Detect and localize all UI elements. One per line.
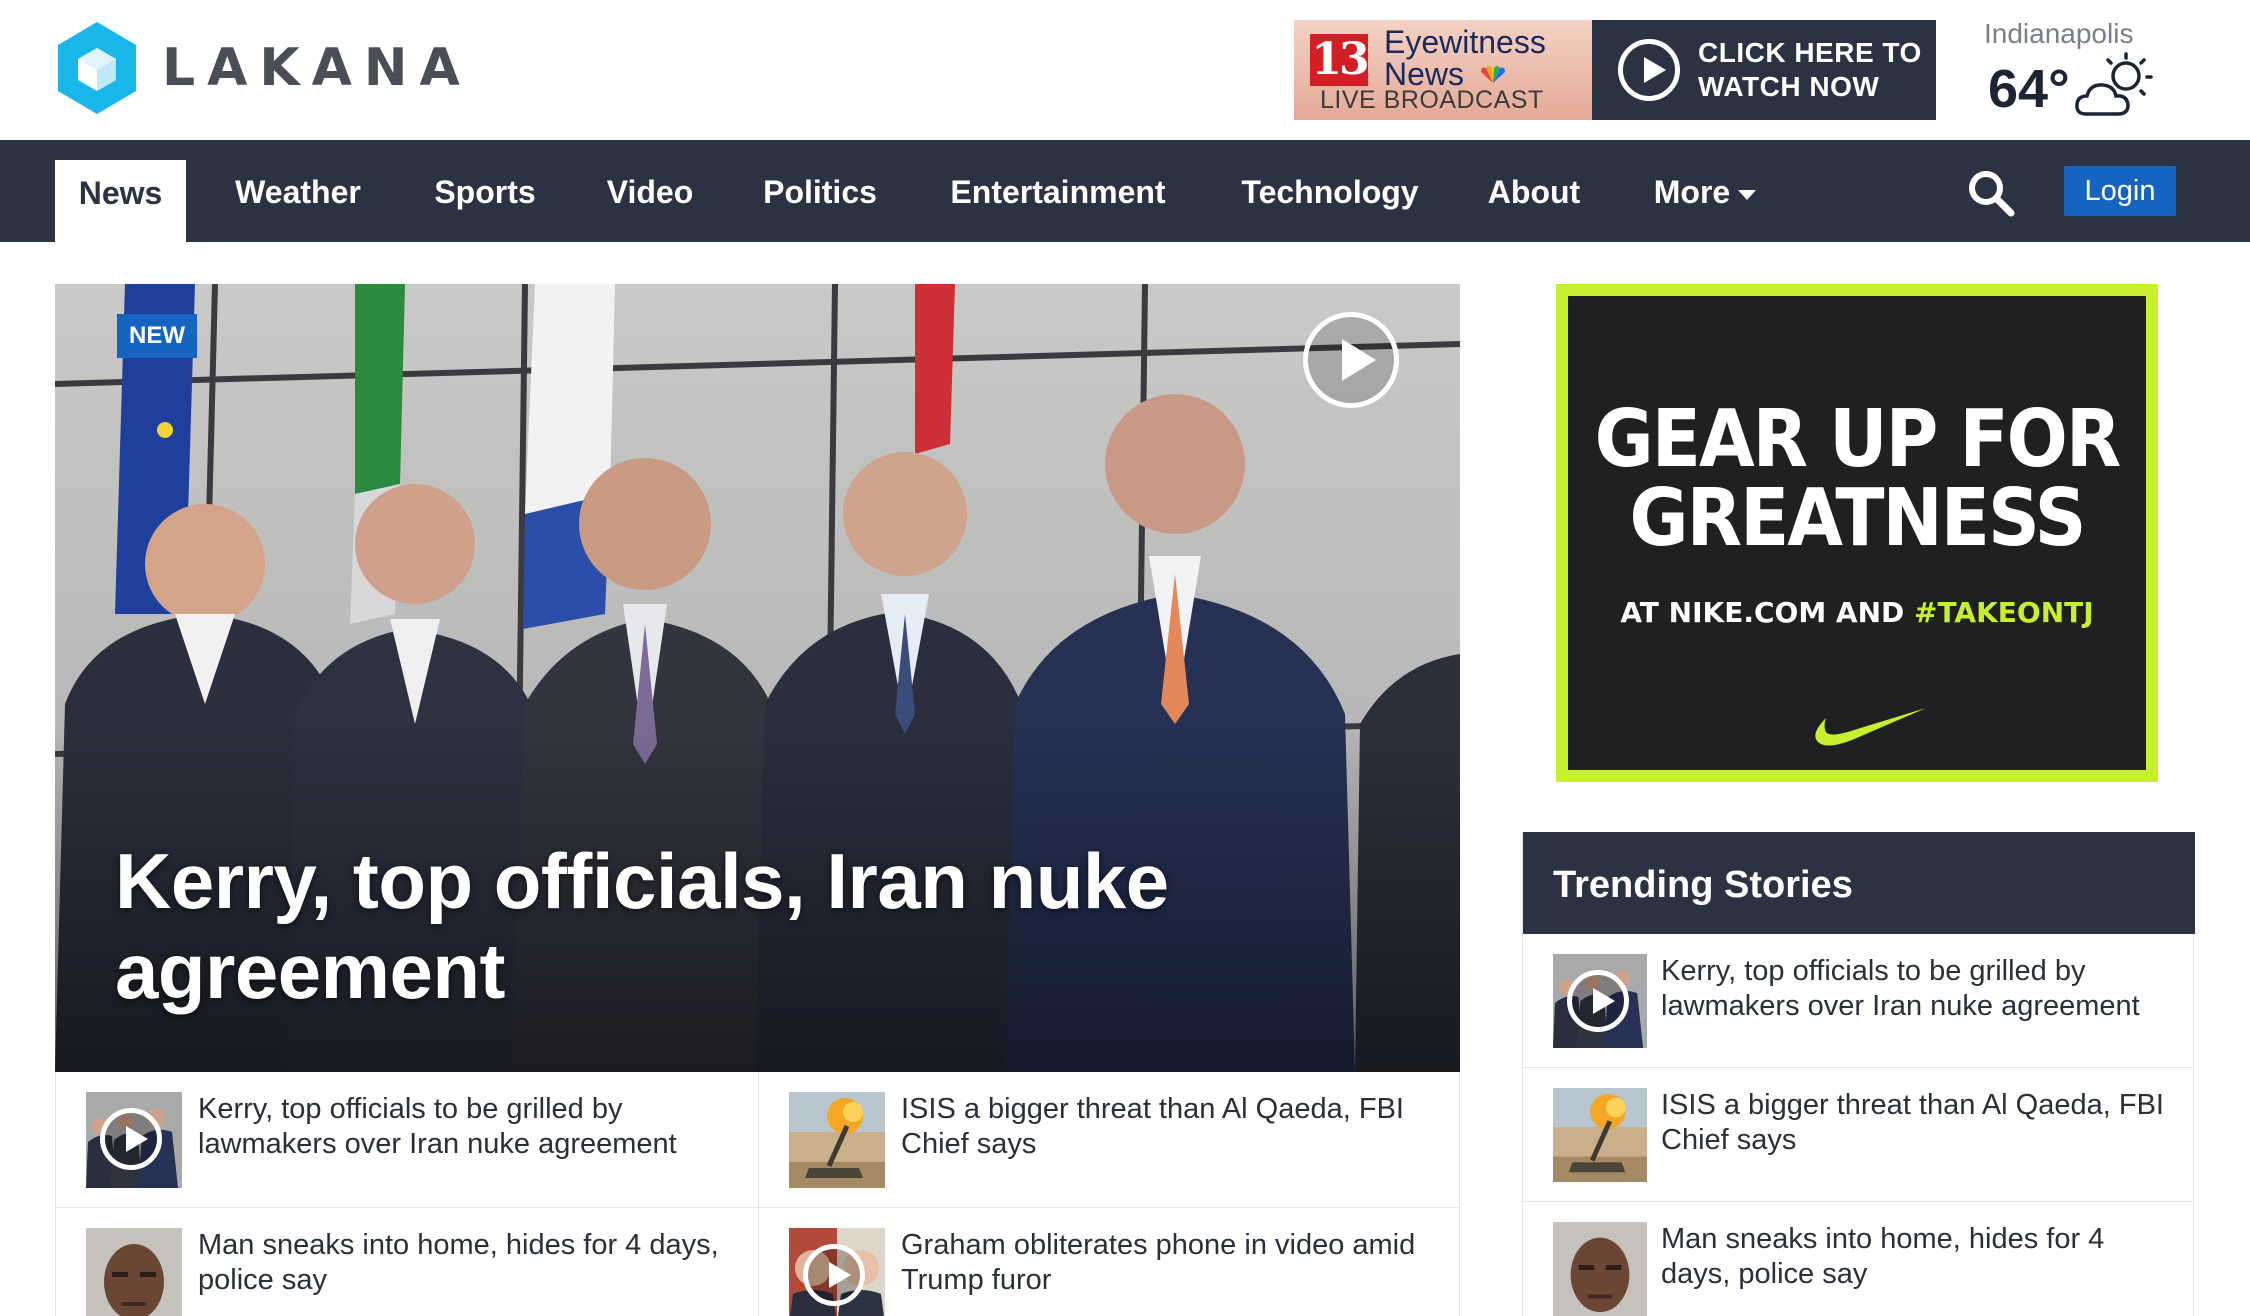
trending-item-title[interactable]: Man sneaks into home, hides for 4 days, … [1661,1222,2171,1292]
login-button[interactable]: Login [2064,166,2176,216]
story-title[interactable]: Man sneaks into home, hides for 4 days, … [198,1228,728,1298]
trending-title: Trending Stories [1523,832,2195,934]
ad-headline-line2: GREATNESS [1629,471,2087,564]
nav-more-label: More [1653,174,1731,210]
nike-swoosh-icon [1815,708,1926,746]
story-thumbnail [789,1228,885,1316]
story-grid: Kerry, top officials to be grilled by la… [55,1072,1460,1316]
nav-item-technology[interactable]: Technology [1226,140,1434,242]
story-item[interactable]: Graham obliterates phone in video amid T… [758,1208,1460,1316]
play-icon [1567,970,1629,1032]
story-title[interactable]: ISIS a bigger threat than Al Qaeda, FBI … [901,1092,1431,1162]
hero-title[interactable]: Kerry, top officials, Iran nuke agreemen… [115,836,1275,1016]
sidebar-ad[interactable]: GEAR UP FOR GREATNESS AT NIKE.COM AND #T… [1556,284,2158,782]
play-icon [1618,39,1680,101]
ad-hashtag: #TAKEONTJ [1914,596,2094,629]
trending-stories: Trending Stories Kerry, top officials to… [1522,832,2195,1316]
lakana-logo-icon [58,22,136,114]
nav-item-entertainment[interactable]: Entertainment [940,140,1176,242]
play-icon [803,1244,865,1306]
story-thumbnail [789,1092,885,1188]
peacock-icon [1481,66,1505,83]
ad-station-brand: 13 Eyewitness News LIVE BROADCAST [1294,20,1592,120]
story-title[interactable]: Graham obliterates phone in video amid T… [901,1228,1431,1298]
new-badge: NEW [117,314,197,358]
story-item[interactable]: Kerry, top officials to be grilled by la… [56,1072,758,1208]
logo-wordmark: LAKANA [162,38,472,98]
nav-item-more[interactable]: More [1640,140,1770,242]
watch-now-label: CLICK HERE TO WATCH NOW [1698,36,1922,104]
ad-brand-line1: Eyewitness [1384,24,1546,60]
story-item[interactable]: Man sneaks into home, hides for 4 days, … [56,1208,758,1316]
trending-item[interactable]: Man sneaks into home, hides for 4 days, … [1523,1202,2193,1316]
story-title[interactable]: Kerry, top officials to be grilled by la… [198,1092,728,1162]
cta-line1: CLICK HERE TO [1698,37,1922,68]
hero-story[interactable]: NEW Kerry, top officials, Iran nuke agre… [55,284,1460,1072]
story-image [789,1092,885,1188]
nav-item-politics[interactable]: Politics [752,140,888,242]
trending-item-title[interactable]: Kerry, top officials to be grilled by la… [1661,954,2171,1024]
cta-line2: WATCH NOW [1698,71,1880,102]
partly-cloudy-icon [2075,52,2153,116]
site-logo[interactable]: LAKANA [52,18,472,118]
nav-item-news[interactable]: News [55,160,186,242]
ad-subline: AT NIKE.COM AND #TAKEONTJ [1568,596,2146,629]
ad-brand-line3: LIVE BROADCAST [1320,86,1544,114]
story-thumbnail [86,1228,182,1316]
story-image [1553,1088,1647,1182]
nav-item-weather[interactable]: Weather [218,140,378,242]
story-thumbnail [1553,954,1647,1048]
trending-item[interactable]: ISIS a bigger threat than Al Qaeda, FBI … [1523,1068,2193,1202]
story-image [1553,1222,1647,1316]
story-item[interactable]: ISIS a bigger threat than Al Qaeda, FBI … [758,1072,1460,1208]
trending-item-title[interactable]: ISIS a bigger threat than Al Qaeda, FBI … [1661,1088,2171,1158]
story-image [86,1228,182,1316]
nav-item-about[interactable]: About [1478,140,1590,242]
story-thumbnail [1553,1088,1647,1182]
nav-item-video[interactable]: Video [592,140,708,242]
weather-temp: 64° [1988,59,2070,119]
play-icon[interactable] [1303,312,1399,408]
ad-headline: GEAR UP FOR GREATNESS [1568,399,2146,557]
trending-item[interactable]: Kerry, top officials to be grilled by la… [1523,934,2193,1068]
site-header: LAKANA 13 Eyewitness News LIVE BROADCAST… [0,0,2250,140]
ad-subline-text: AT NIKE.COM AND [1620,596,1915,629]
weather-widget[interactable]: Indianapolis 64° [1984,18,2184,128]
story-thumbnail [1553,1222,1647,1316]
story-thumbnail [86,1092,182,1188]
channel-number: 13 [1310,34,1370,86]
live-broadcast-ad[interactable]: 13 Eyewitness News LIVE BROADCAST CLICK … [1294,20,1936,120]
ad-headline-line1: GEAR UP FOR [1594,392,2122,485]
watch-now-button[interactable]: CLICK HERE TO WATCH NOW [1592,20,1936,120]
weather-city: Indianapolis [1984,18,2134,49]
search-icon[interactable] [1966,168,2016,218]
nav-item-sports[interactable]: Sports [420,140,550,242]
play-icon [100,1108,162,1170]
caret-down-icon [1738,189,1757,200]
main-nav: News Weather Sports Video Politics Enter… [0,140,2250,242]
